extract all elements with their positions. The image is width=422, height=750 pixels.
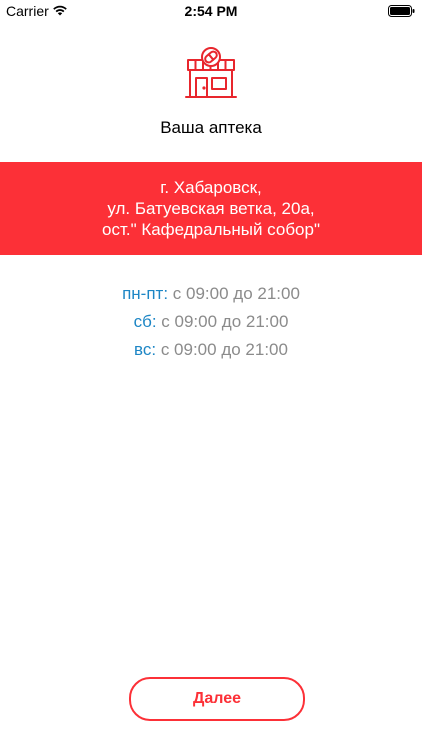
schedule-days: пн-пт xyxy=(122,284,164,303)
next-button[interactable]: Далее xyxy=(129,677,305,721)
schedule-row-saturday: сб: с 09:00 до 21:00 xyxy=(133,312,289,331)
address-stop: ост." Кафедральный собор" xyxy=(101,220,321,239)
address-street: ул. Батуевская ветка, 20а, xyxy=(107,199,315,218)
schedule-days: вс xyxy=(134,340,152,359)
schedule-row-sunday: вс: с 09:00 до 21:00 xyxy=(134,340,288,359)
status-time: 2:54 PM xyxy=(184,3,238,19)
page-title: Ваша аптека xyxy=(160,118,262,137)
address-city: г. Хабаровск, xyxy=(160,178,262,197)
status-bar: Carrier 2:54 PM xyxy=(0,0,422,22)
pharmacy-storefront-icon xyxy=(185,47,237,98)
schedule-hours: с 09:00 до 21:00 xyxy=(160,340,288,359)
schedule-row-weekdays: пн-пт: с 09:00 до 21:00 xyxy=(122,284,300,303)
address-banner: г. Хабаровск, ул. Батуевская ветка, 20а,… xyxy=(0,162,422,255)
schedule-hours: с 09:00 до 21:00 xyxy=(161,312,289,331)
schedule-days: сб xyxy=(133,312,152,331)
opening-hours: пн-пт: с 09:00 до 21:00 сб: с 09:00 до 2… xyxy=(0,280,422,364)
battery-icon xyxy=(388,5,415,17)
schedule-hours: с 09:00 до 21:00 xyxy=(172,284,300,303)
